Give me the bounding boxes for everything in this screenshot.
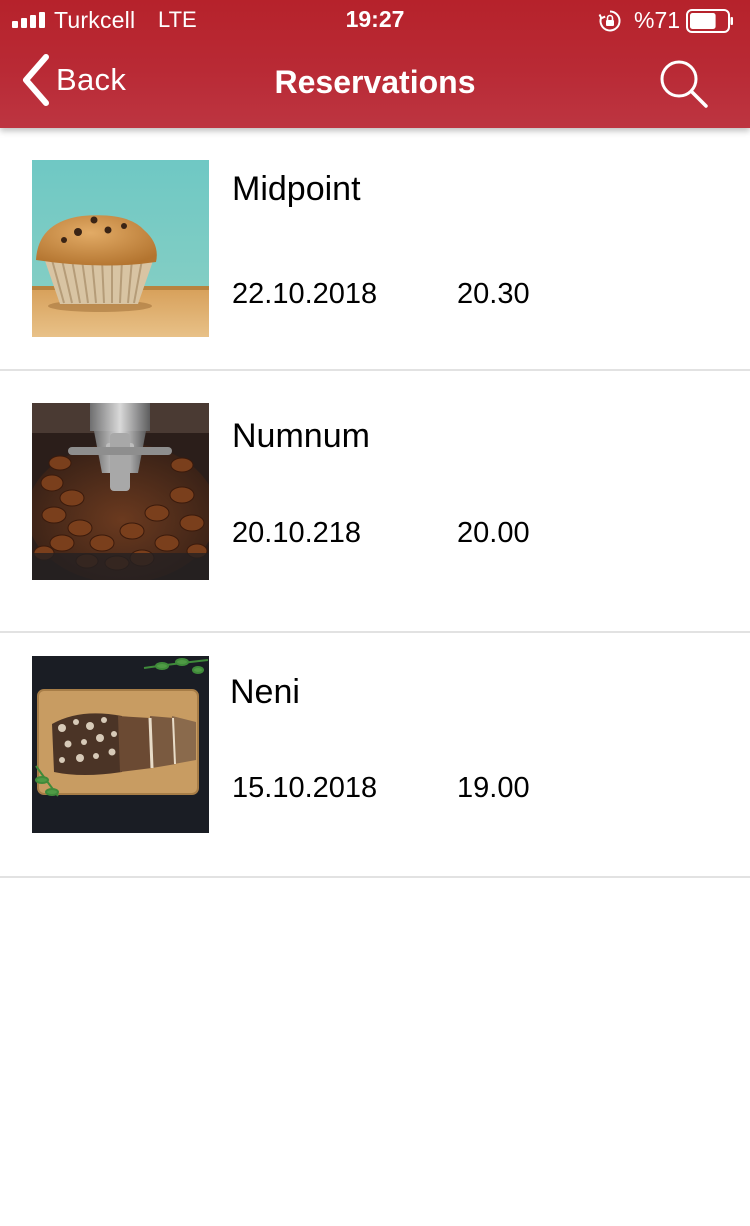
reservation-row[interactable]: Neni 15.10.2018 19.00	[0, 633, 750, 878]
battery-percentage: %71	[634, 7, 681, 33]
reservation-date: 15.10.2018	[232, 772, 378, 804]
muffin-photo	[32, 160, 209, 337]
reservation-time: 19.00	[457, 772, 530, 804]
reservation-date: 22.10.2018	[232, 278, 378, 310]
navigation-bar: Back Reservations	[0, 40, 750, 128]
reservation-time: 20.00	[457, 517, 530, 549]
search-icon[interactable]	[656, 56, 712, 112]
rotation-lock-icon	[598, 10, 621, 32]
reservation-name: Numnum	[232, 417, 370, 455]
coffee-beans-photo	[32, 403, 209, 580]
status-bar: Turkcell LTE 19:27 %71	[0, 0, 750, 40]
reservation-row[interactable]: Midpoint 22.10.2018 20.30	[0, 128, 750, 371]
reservation-row[interactable]: Numnum 20.10.218 20.00	[0, 371, 750, 633]
reservation-time: 20.30	[457, 278, 530, 310]
app-header: Turkcell LTE 19:27 %71 Back Reservations	[0, 0, 750, 128]
battery-icon	[686, 9, 733, 33]
page-title: Reservations	[274, 64, 476, 100]
bread-photo	[32, 656, 209, 833]
reservation-date: 20.10.218	[232, 517, 362, 549]
reservation-name: Midpoint	[232, 170, 361, 208]
reservation-name: Neni	[230, 673, 300, 711]
